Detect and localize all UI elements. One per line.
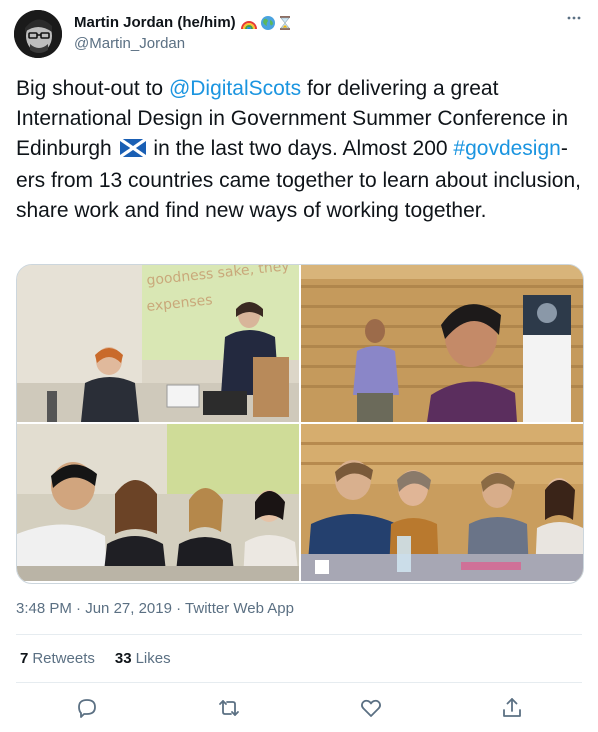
tweet-source[interactable]: Twitter Web App (185, 600, 294, 617)
tweet-text-segment: Big shout-out to (16, 77, 169, 100)
tweet-card: Martin Jordan (he/him) @Martin_Jordan Bi… (0, 0, 598, 732)
tweet-date[interactable]: Jun 27, 2019 (85, 600, 172, 617)
user-name-row: Martin Jordan (he/him) (74, 14, 291, 31)
share-icon[interactable] (500, 696, 524, 720)
meta-separator: · (76, 600, 82, 617)
avatar-image (14, 10, 62, 58)
action-bar (0, 694, 598, 724)
likes-label: Likes (135, 650, 171, 667)
engagement-stats: 7 Retweets 33 Likes (20, 650, 171, 667)
divider (16, 634, 582, 635)
divider (16, 682, 582, 683)
retweets-stat[interactable]: 7 Retweets (20, 650, 95, 667)
retweets-label: Retweets (32, 650, 95, 667)
more-options-icon[interactable] (566, 10, 582, 31)
retweets-count: 7 (20, 650, 29, 667)
photo-workshop-table[interactable] (301, 424, 583, 581)
tweet-text: Big shout-out to @DigitalScots for deliv… (16, 74, 584, 226)
mention-link[interactable]: @DigitalScots (169, 77, 301, 100)
tweet-meta: 3:48 PM · Jun 27, 2019 · Twitter Web App (16, 600, 294, 617)
meta-separator: · (176, 600, 182, 617)
rainbow-icon (240, 20, 257, 29)
likes-count: 33 (114, 650, 132, 667)
display-name[interactable]: Martin Jordan (he/him) (74, 14, 236, 31)
hourglass-icon (279, 15, 290, 30)
scotland-flag-icon (118, 136, 147, 166)
likes-stat[interactable]: 33 Likes (115, 650, 171, 667)
name-emojis (240, 15, 291, 31)
reply-icon[interactable] (75, 696, 99, 720)
user-handle[interactable]: @Martin_Jordan (74, 35, 185, 52)
avatar[interactable] (14, 10, 62, 58)
globe-icon (260, 15, 275, 30)
tweet-text-segment: in the last two days. Almost 200 (147, 137, 454, 160)
photo-speaker-podium[interactable]: goodness sake, they expenses (17, 265, 299, 422)
photo-speaker-microphone[interactable] (301, 265, 583, 422)
like-icon[interactable] (359, 696, 383, 720)
hashtag-link[interactable]: #govdesign (453, 137, 560, 160)
tweet-time[interactable]: 3:48 PM (16, 600, 72, 617)
photo-panel-discussion[interactable] (17, 424, 299, 581)
retweet-icon[interactable] (217, 696, 241, 720)
media-grid: goodness sake, they expenses (16, 264, 584, 584)
